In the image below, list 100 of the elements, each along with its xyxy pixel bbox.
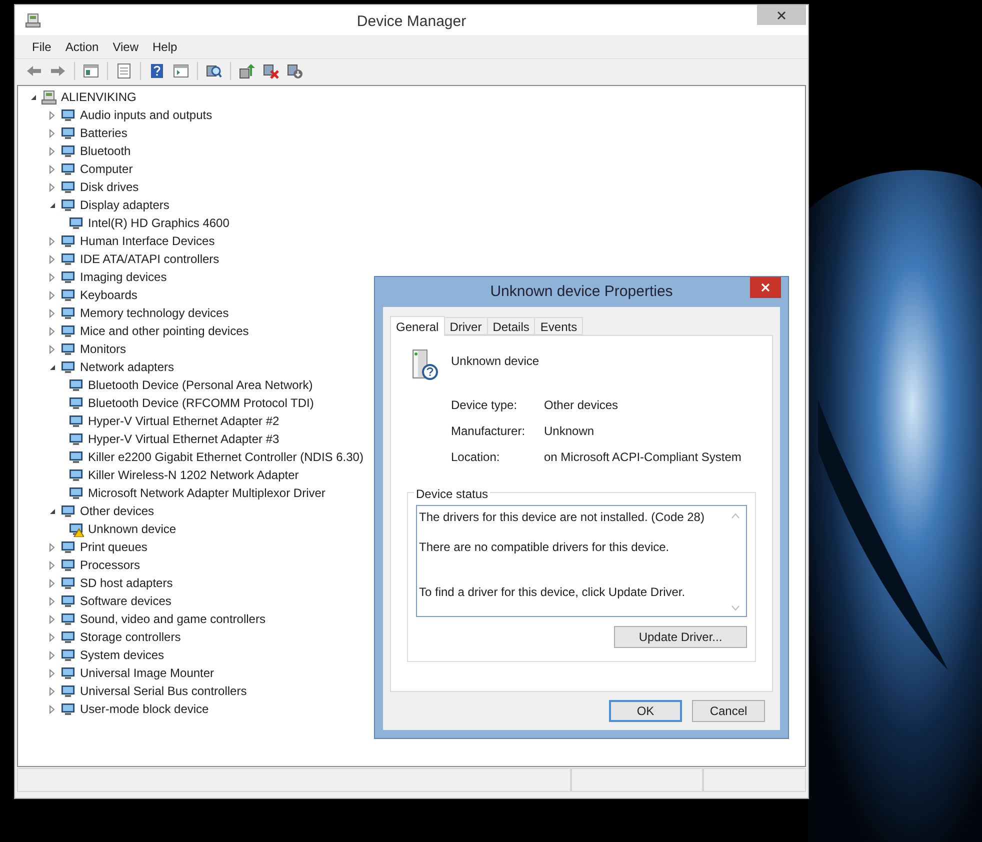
- tree-item[interactable]: Universal Serial Bus controllers: [79, 682, 248, 700]
- tree-item[interactable]: Print queues: [79, 538, 148, 556]
- collapsed-arrow-icon[interactable]: [48, 686, 57, 696]
- tree-item[interactable]: Bluetooth Device (RFCOMM Protocol TDI): [87, 394, 315, 412]
- property-value: on Microsoft ACPI-Compliant System: [544, 449, 742, 466]
- tab[interactable]: Events: [535, 317, 584, 335]
- tree-item[interactable]: Processors: [79, 556, 142, 574]
- dialog-title: Unknown device Properties: [490, 282, 673, 302]
- device-icon: [60, 269, 76, 285]
- device-icon: [60, 107, 76, 123]
- dialog-button[interactable]: OK: [609, 700, 682, 722]
- tree-item[interactable]: Bluetooth: [79, 142, 132, 160]
- close-button[interactable]: [750, 277, 781, 298]
- tree-item[interactable]: Computer: [79, 160, 134, 178]
- tree-item[interactable]: Audio inputs and outputs: [79, 106, 214, 124]
- collapsed-arrow-icon[interactable]: [48, 308, 57, 318]
- pane-icon[interactable]: [173, 63, 189, 79]
- collapsed-arrow-icon[interactable]: [48, 290, 57, 300]
- device-icon: [60, 197, 76, 213]
- tree-item[interactable]: Killer e2200 Gigabit Ethernet Controller (NDIS 6.30): [87, 448, 364, 466]
- device-icon: [60, 179, 76, 195]
- tree-item[interactable]: Display adapters: [79, 196, 170, 214]
- collapsed-arrow-icon[interactable]: [48, 614, 57, 624]
- menu-item[interactable]: Help: [146, 36, 184, 56]
- help-icon[interactable]: [149, 63, 165, 79]
- tree-item[interactable]: Network adapters: [79, 358, 176, 376]
- device-icon: [60, 251, 76, 267]
- tree-item[interactable]: IDE ATA/ATAPI controllers: [79, 250, 220, 268]
- collapsed-arrow-icon[interactable]: [48, 272, 57, 282]
- collapsed-arrow-icon[interactable]: [48, 704, 57, 714]
- collapsed-arrow-icon[interactable]: [48, 650, 57, 660]
- tree-item[interactable]: ALIENVIKING: [60, 88, 138, 106]
- collapsed-arrow-icon[interactable]: [48, 146, 57, 156]
- disable-device-icon[interactable]: [287, 63, 303, 79]
- status-message: The drivers for this device are not installed. (Code 28): [419, 509, 704, 526]
- tree-item[interactable]: Bluetooth Device (Personal Area Network): [87, 376, 314, 394]
- status-message: There are no compatible drivers for this device.: [419, 539, 670, 556]
- menu-item[interactable]: Action: [58, 36, 106, 56]
- tree-item[interactable]: Imaging devices: [79, 268, 168, 286]
- tree-item[interactable]: Unknown device: [87, 520, 178, 538]
- tree-item[interactable]: Other devices: [79, 502, 156, 520]
- tab[interactable]: General: [390, 316, 445, 336]
- collapsed-arrow-icon[interactable]: [48, 110, 57, 120]
- device-icon: [60, 665, 76, 681]
- window-title: Device Manager: [356, 12, 466, 32]
- tree-item[interactable]: Software devices: [79, 592, 172, 610]
- collapsed-arrow-icon[interactable]: [48, 578, 57, 588]
- collapsed-arrow-icon[interactable]: [48, 128, 57, 138]
- tree-item[interactable]: SD host adapters: [79, 574, 174, 592]
- tree-item[interactable]: Disk drives: [79, 178, 140, 196]
- tree-item[interactable]: Human Interface Devices: [79, 232, 216, 250]
- tree-item[interactable]: Hyper-V Virtual Ethernet Adapter #3: [87, 430, 280, 448]
- tree-item[interactable]: System devices: [79, 646, 166, 664]
- tree-item[interactable]: Universal Image Mounter: [79, 664, 216, 682]
- expanded-arrow-icon[interactable]: [48, 506, 57, 516]
- dialog-button[interactable]: Cancel: [692, 700, 765, 722]
- scan-hardware-icon[interactable]: [206, 63, 222, 79]
- update-driver-icon[interactable]: [239, 63, 255, 79]
- tree-item[interactable]: Sound, video and game controllers: [79, 610, 266, 628]
- collapsed-arrow-icon[interactable]: [48, 344, 57, 354]
- update-driver-button[interactable]: Update Driver...: [614, 626, 747, 648]
- device-icon: [60, 629, 76, 645]
- uninstall-device-icon[interactable]: [263, 63, 279, 79]
- document-icon[interactable]: [116, 63, 132, 79]
- collapsed-arrow-icon[interactable]: [48, 326, 57, 336]
- tree-item[interactable]: Killer Wireless-N 1202 Network Adapter: [87, 466, 300, 484]
- collapsed-arrow-icon[interactable]: [48, 164, 57, 174]
- device-icon: [60, 701, 76, 717]
- collapsed-arrow-icon[interactable]: [48, 668, 57, 678]
- tree-item[interactable]: Batteries: [79, 124, 128, 142]
- tree-item[interactable]: Storage controllers: [79, 628, 182, 646]
- tree-item[interactable]: Monitors: [79, 340, 128, 358]
- tree-item[interactable]: User-mode block device: [79, 700, 210, 718]
- tree-item[interactable]: Intel(R) HD Graphics 4600: [87, 214, 230, 232]
- expanded-arrow-icon[interactable]: [48, 362, 57, 372]
- device-icon: [60, 305, 76, 321]
- collapsed-arrow-icon[interactable]: [48, 596, 57, 606]
- menu-item[interactable]: View: [106, 36, 146, 56]
- pane-icon[interactable]: [83, 63, 99, 79]
- tab[interactable]: Details: [488, 317, 536, 335]
- close-icon: [777, 10, 786, 20]
- menu-item[interactable]: File: [25, 36, 58, 56]
- close-button[interactable]: [757, 5, 806, 25]
- collapsed-arrow-icon[interactable]: [48, 182, 57, 192]
- collapsed-arrow-icon[interactable]: [48, 236, 57, 246]
- tree-item[interactable]: Microsoft Network Adapter Multiplexor Driver: [87, 484, 326, 502]
- collapsed-arrow-icon[interactable]: [48, 254, 57, 264]
- collapsed-arrow-icon[interactable]: [48, 560, 57, 570]
- expanded-arrow-icon[interactable]: [48, 200, 57, 210]
- forward-arrow-icon[interactable]: [50, 63, 66, 79]
- device-icon: [60, 539, 76, 555]
- collapsed-arrow-icon[interactable]: [48, 632, 57, 642]
- tree-item[interactable]: Hyper-V Virtual Ethernet Adapter #2: [87, 412, 280, 430]
- tree-item[interactable]: Keyboards: [79, 286, 138, 304]
- tree-item[interactable]: Mice and other pointing devices: [79, 322, 250, 340]
- back-arrow-icon[interactable]: [26, 63, 42, 79]
- collapsed-arrow-icon[interactable]: [48, 542, 57, 552]
- tree-item[interactable]: Memory technology devices: [79, 304, 230, 322]
- tab[interactable]: Driver: [444, 317, 488, 335]
- expanded-arrow-icon[interactable]: [29, 92, 38, 102]
